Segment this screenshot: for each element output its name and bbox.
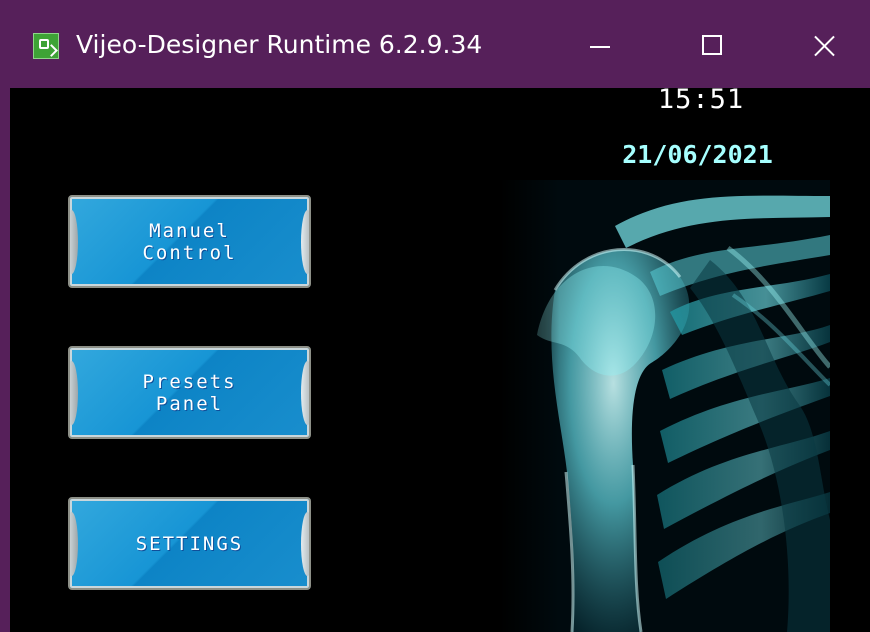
current-time: 15:51 [657,88,745,115]
settings-label: SETTINGS [135,532,244,555]
current-date: 21/06/2021 [622,140,773,169]
window-title: Vijeo-Designer Runtime 6.2.9.34 [76,30,483,59]
vijeo-runtime-window: Vijeo-Designer Runtime 6.2.9.34 15:51 21… [0,0,870,632]
minimize-icon[interactable] [570,22,628,67]
shoulder-xray-image [500,180,830,632]
title-bar[interactable]: Vijeo-Designer Runtime 6.2.9.34 [0,0,870,88]
application-icon [33,33,59,59]
presets-panel-button[interactable]: Presets Panel [68,346,311,439]
settings-button[interactable]: SETTINGS [68,497,311,590]
hmi-screen: 15:51 21/06/2021 Manuel Control Presets … [10,88,870,632]
close-icon[interactable] [796,22,854,67]
presets-panel-label: Presets Panel [142,370,237,415]
manual-control-label: Manuel Control [142,219,237,264]
maximize-icon[interactable] [682,22,740,67]
manual-control-button[interactable]: Manuel Control [68,195,311,288]
